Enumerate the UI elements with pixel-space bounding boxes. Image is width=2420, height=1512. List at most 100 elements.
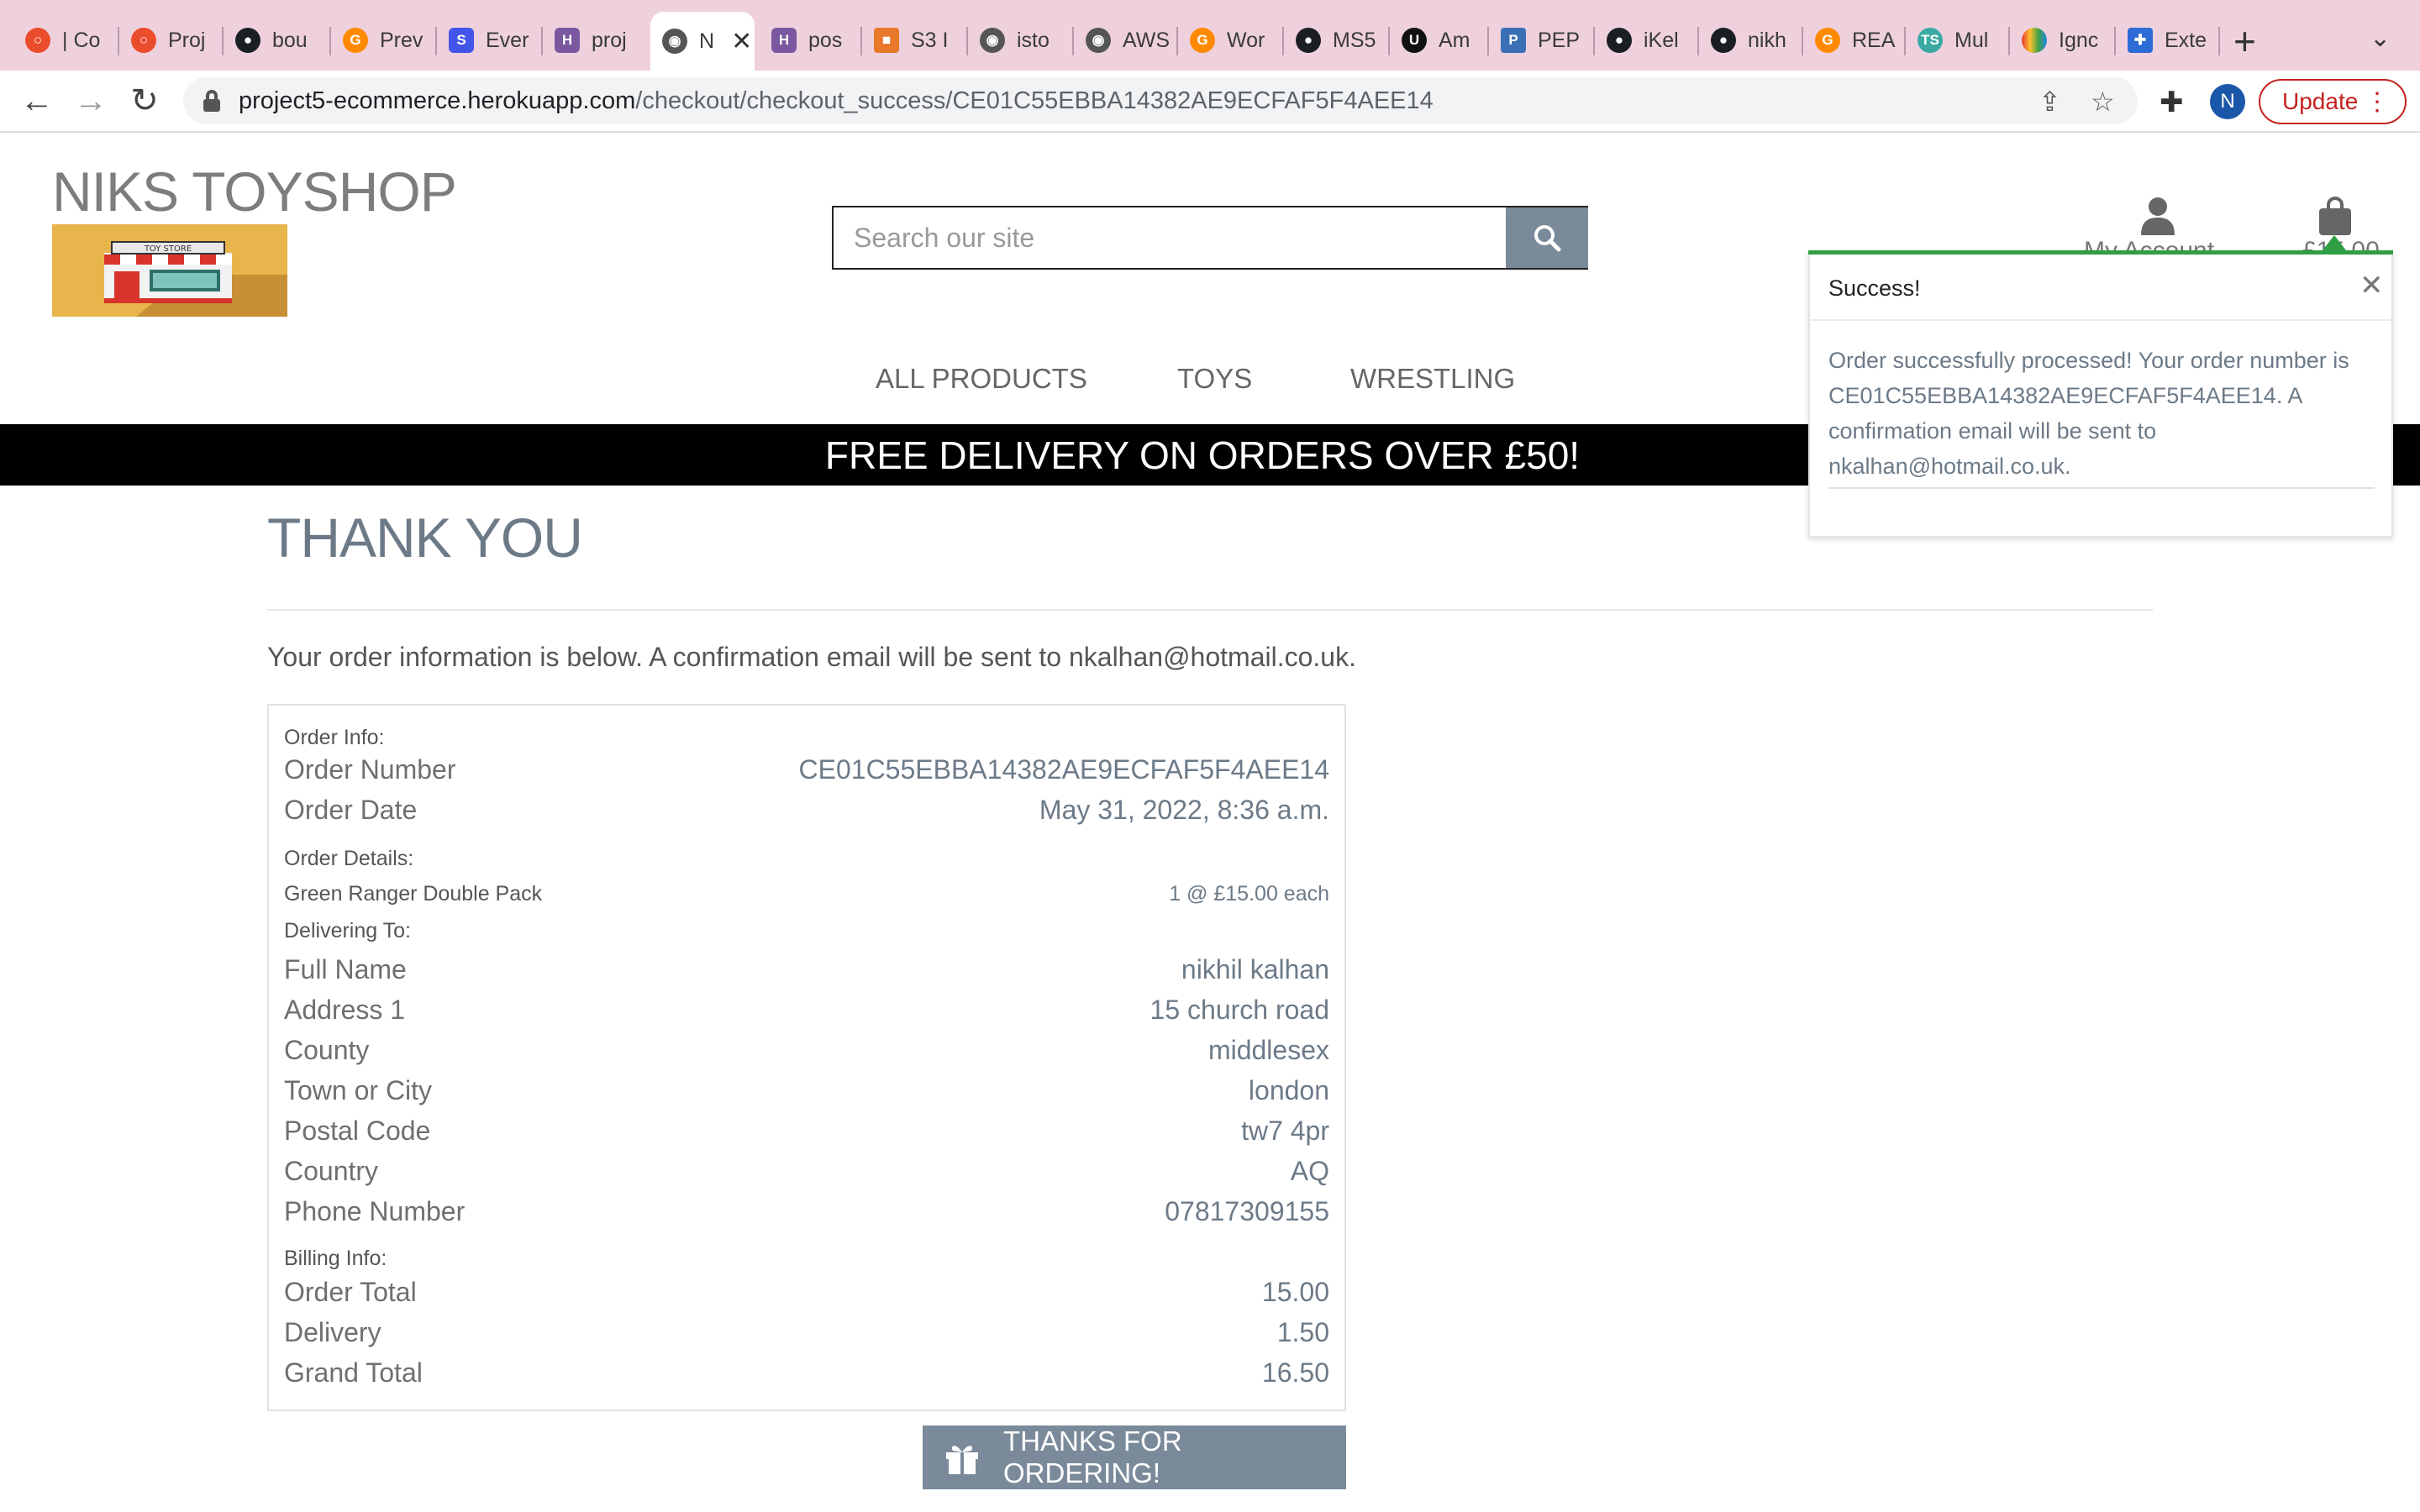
delivery-row-county: County middlesex	[284, 1035, 1329, 1066]
pep-icon: P	[1501, 28, 1526, 53]
search-button[interactable]	[1506, 207, 1588, 268]
update-button[interactable]: Update ⋮	[2259, 79, 2407, 124]
tab-label: MS5	[1333, 28, 1376, 52]
browser-tab[interactable]: ✚ Exte	[2116, 17, 2218, 64]
toast-divider	[1810, 319, 2391, 321]
url-text[interactable]: project5-ecommerce.herokuapp.com/checkou…	[239, 87, 1434, 115]
row-label: Postal Code	[284, 1116, 431, 1146]
reload-button[interactable]: ↻	[124, 81, 165, 121]
tab-label: Mul	[1954, 28, 1989, 52]
browser-tab[interactable]: ○ | Co	[13, 17, 114, 64]
toy-store-logo[interactable]: TOY STORE	[52, 224, 287, 317]
lock-icon[interactable]	[203, 90, 220, 112]
shopping-bag-icon[interactable]	[2317, 197, 2353, 235]
more-menu-icon[interactable]: ⋮	[2365, 87, 2390, 117]
tab-label: N	[699, 29, 715, 53]
tab-label: iKel	[1644, 28, 1679, 52]
browser-tab[interactable]: S Ever	[437, 17, 539, 64]
close-icon[interactable]: ✕	[2360, 269, 2384, 302]
site-search-form	[832, 206, 1588, 270]
gitpod-icon: G	[1190, 28, 1215, 53]
gitpod-icon: G	[1815, 28, 1840, 53]
thanks-for-ordering-button[interactable]: THANKS FOR ORDERING!	[923, 1425, 1346, 1489]
browser-tab[interactable]: G REA	[1803, 17, 1904, 64]
tab-label: bou	[272, 28, 308, 52]
toy-store-illustration: TOY STORE	[104, 241, 287, 317]
toast-accent-line	[1808, 250, 2393, 255]
profile-avatar[interactable]: N	[2210, 84, 2245, 119]
new-tab-button[interactable]: +	[2233, 18, 2256, 64]
browser-tab[interactable]: ● MS5	[1284, 17, 1386, 64]
row-value: nikhil kalhan	[1181, 954, 1329, 984]
browser-tab[interactable]: U Am	[1390, 17, 1492, 64]
bookmark-star-icon[interactable]: ☆	[2091, 86, 2115, 118]
browser-tab[interactable]: Ignc	[2010, 17, 2114, 64]
page-title: THANK YOU	[267, 507, 583, 569]
close-tab-icon[interactable]: ✕	[731, 27, 752, 56]
nav-wrestling[interactable]: WRESTLING	[1350, 363, 1515, 395]
browser-toolbar: ← → ↻ project5-ecommerce.herokuapp.com/c…	[0, 71, 2420, 133]
delivery-row-town: Town or City london	[284, 1075, 1329, 1106]
browser-tab[interactable]: ◉ isto	[968, 17, 1071, 64]
billing-row-order-total: Order Total 15.00	[284, 1277, 1329, 1308]
globe-icon: ◉	[980, 28, 1005, 53]
tab-search-chevron-icon[interactable]: ⌄	[2370, 24, 2391, 53]
tab-label: REA	[1852, 28, 1896, 52]
gift-icon	[946, 1446, 978, 1474]
nav-toys[interactable]: TOYS	[1177, 363, 1252, 395]
row-label: Town or City	[284, 1075, 433, 1105]
row-label: Country	[284, 1156, 379, 1186]
opera-icon: ○	[25, 28, 50, 53]
search-input[interactable]	[834, 207, 1504, 268]
browser-tab[interactable]: ● iKel	[1595, 17, 1697, 64]
billing-row-delivery: Delivery 1.50	[284, 1317, 1329, 1348]
share-icon[interactable]: ⇪	[2039, 86, 2061, 118]
forward-button[interactable]: →	[71, 81, 111, 121]
order-line-item: Green Ranger Double Pack 1 @ £15.00 each	[284, 882, 1329, 906]
browser-tab[interactable]: ◉ AWS	[1074, 17, 1175, 64]
github-icon: ●	[235, 28, 260, 53]
nav-all-products[interactable]: ALL PRODUCTS	[876, 363, 1087, 395]
tab-label: Am	[1439, 28, 1470, 52]
row-label: Delivery	[284, 1317, 381, 1347]
browser-tab[interactable]: P PEP	[1489, 17, 1593, 64]
intro-email: nkalhan@hotmail.co.uk	[1068, 642, 1349, 672]
browser-tab[interactable]: H pos	[760, 17, 859, 64]
gitpod-icon: G	[343, 28, 368, 53]
browser-tab[interactable]: TS Mul	[1906, 17, 2007, 64]
row-label: Full Name	[284, 954, 407, 984]
site-brand-link[interactable]: NIKS TOYSHOP	[52, 160, 457, 223]
confirmation-intro: Your order information is below. A confi…	[267, 642, 1356, 673]
browser-tab[interactable]: G Wor	[1178, 17, 1281, 64]
browser-tab[interactable]: ■ S3 I	[862, 17, 965, 64]
tab-label: Proj	[168, 28, 206, 52]
row-label: Order Date	[284, 795, 418, 825]
extensions-puzzle-icon[interactable]: ✚	[2160, 86, 2184, 119]
delivering-to-heading: Delivering To:	[284, 919, 412, 942]
order-number-row: Order Number CE01C55EBBA14382AE9ECFAF5F4…	[284, 754, 1329, 785]
puzzle-icon: ✚	[2128, 28, 2153, 53]
browser-tab-active[interactable]: ◉ N ✕	[650, 12, 755, 71]
intro-end: .	[1349, 642, 1356, 672]
tab-label: Wor	[1227, 28, 1265, 52]
browser-tab[interactable]: ○ Proj	[119, 17, 218, 64]
row-value: london	[1248, 1075, 1329, 1105]
user-icon[interactable]	[2141, 197, 2175, 235]
aws-box-icon: ■	[874, 28, 899, 53]
browser-tab[interactable]: G Prev	[331, 17, 434, 64]
row-label: Phone Number	[284, 1196, 466, 1226]
browser-tab[interactable]: ● nikh	[1699, 17, 1802, 64]
browser-tab[interactable]: ● bou	[224, 17, 328, 64]
row-label: Address 1	[284, 995, 406, 1025]
divider	[267, 609, 2153, 611]
ts-icon: TS	[1918, 28, 1943, 53]
browser-tab[interactable]: H proj	[543, 17, 644, 64]
s-icon: S	[449, 28, 474, 53]
update-label: Update	[2282, 88, 2359, 114]
tab-label: Prev	[380, 28, 424, 52]
delivery-row-country: Country AQ	[284, 1156, 1329, 1187]
back-button[interactable]: ←	[17, 81, 57, 121]
tab-label: pos	[808, 28, 843, 52]
address-bar[interactable]: project5-ecommerce.herokuapp.com/checkou…	[183, 77, 2138, 124]
billing-info-heading: Billing Info:	[284, 1247, 387, 1270]
